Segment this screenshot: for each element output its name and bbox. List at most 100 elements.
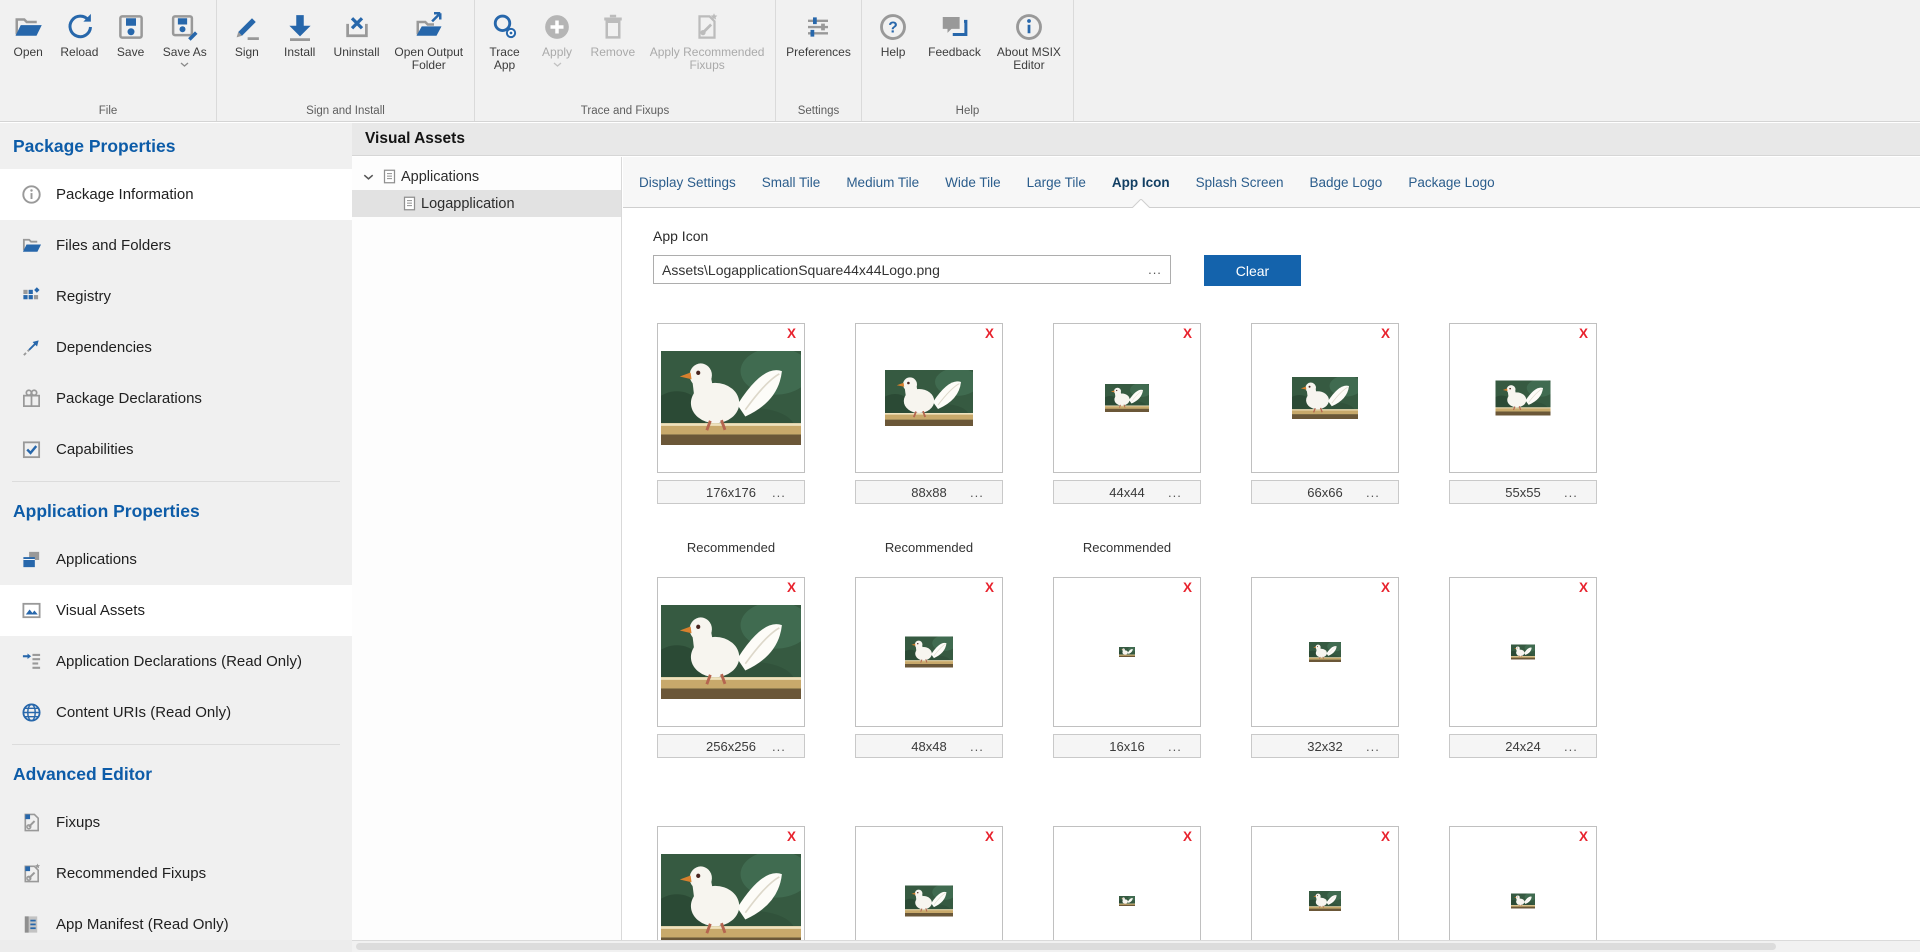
sidebar-item-label: Fixups xyxy=(56,814,100,831)
sidebar-item-package-declarations[interactable]: Package Declarations xyxy=(0,373,352,424)
remove-asset-button[interactable]: X xyxy=(787,326,796,341)
open-output-folder-button[interactable]: Open OutputFolder xyxy=(390,8,467,74)
sidebar-item-files-and-folders[interactable]: Files and Folders xyxy=(0,220,352,271)
content-uris-icon xyxy=(21,702,42,723)
dove-photo-preview xyxy=(1292,377,1358,419)
sidebar-item-capabilities[interactable]: Capabilities xyxy=(0,424,352,475)
sidebar-item-registry[interactable]: Registry xyxy=(0,271,352,322)
sidebar-item-recommended-fixups[interactable]: Recommended Fixups xyxy=(0,848,352,899)
ribbon-group-help: ?HelpFeedbackAbout MSIXEditorHelp xyxy=(862,0,1074,121)
trace-app-button[interactable]: TraceApp xyxy=(482,8,528,74)
button-label: Feedback xyxy=(928,46,981,59)
asset-tile-44x44: X44x44... xyxy=(1053,323,1201,504)
ribbon-group-label: Settings xyxy=(776,105,861,117)
help-icon: ? xyxy=(878,12,908,42)
save-as-button[interactable]: Save As xyxy=(159,8,211,69)
asset-more-button[interactable]: ... xyxy=(1168,735,1198,757)
asset-tile-66x66: X66x66... xyxy=(1251,323,1399,504)
asset-tile-88x88: X88x88... xyxy=(855,323,1003,504)
remove-asset-button[interactable]: X xyxy=(787,580,796,595)
tree-expander-icon[interactable] xyxy=(360,173,376,180)
remove-asset-button[interactable]: X xyxy=(787,829,796,844)
capabilities-icon xyxy=(21,439,42,460)
uninstall-button[interactable]: Uninstall xyxy=(330,8,384,61)
asset-more-button[interactable]: ... xyxy=(970,735,1000,757)
asset-preview-box: X xyxy=(1251,577,1399,727)
asset-preview-box: X xyxy=(1449,826,1597,940)
tree-node-applications[interactable]: Applications xyxy=(352,163,621,190)
asset-tile: X xyxy=(1449,826,1597,940)
tab-large-tile[interactable]: Large Tile xyxy=(1014,157,1099,207)
remove-asset-button[interactable]: X xyxy=(1183,580,1192,595)
asset-tile-176x176: X176x176... xyxy=(657,323,805,504)
preferences-button[interactable]: Preferences xyxy=(782,8,855,61)
tree-node-logapplication[interactable]: Logapplication xyxy=(352,190,621,217)
tree-node-label: Logapplication xyxy=(421,196,515,212)
asset-more-button[interactable]: ... xyxy=(1366,735,1396,757)
asset-more-button[interactable]: ... xyxy=(772,735,802,757)
asset-more-button[interactable]: ... xyxy=(1564,735,1594,757)
horizontal-scrollbar-thumb[interactable] xyxy=(356,943,1776,950)
help-button[interactable]: ?Help xyxy=(870,8,916,61)
remove-asset-button[interactable]: X xyxy=(1381,326,1390,341)
sidebar-item-content-uris-read-only[interactable]: Content URIs (Read Only) xyxy=(0,687,352,738)
remove-asset-button[interactable]: X xyxy=(985,326,994,341)
asset-more-button[interactable]: ... xyxy=(1168,481,1198,503)
open-button[interactable]: Open xyxy=(5,8,51,61)
clear-button[interactable]: Clear xyxy=(1204,255,1301,286)
tab-badge-logo[interactable]: Badge Logo xyxy=(1296,157,1395,207)
asset-more-button[interactable]: ... xyxy=(772,481,802,503)
tree-node-label: Applications xyxy=(401,169,479,185)
remove-button: Remove xyxy=(587,8,640,61)
tab-wide-tile[interactable]: Wide Tile xyxy=(932,157,1014,207)
tab-package-logo[interactable]: Package Logo xyxy=(1395,157,1507,207)
sidebar-item-application-declarations-read-only[interactable]: Application Declarations (Read Only) xyxy=(0,636,352,687)
asset-more-button[interactable]: ... xyxy=(1564,481,1594,503)
remove-asset-button[interactable]: X xyxy=(1579,829,1588,844)
remove-asset-button[interactable]: X xyxy=(1579,580,1588,595)
dove-photo-preview xyxy=(661,605,801,699)
document-icon xyxy=(402,196,417,211)
apply-recommended-fixups-icon xyxy=(692,12,722,42)
browse-button[interactable]: ... xyxy=(1140,262,1170,277)
install-button[interactable]: Install xyxy=(277,8,323,61)
asset-tile-16x16: X16x16... xyxy=(1053,577,1201,758)
tab-small-tile[interactable]: Small Tile xyxy=(749,157,834,207)
asset-more-button[interactable]: ... xyxy=(1366,481,1396,503)
asset-size-box: 48x48... xyxy=(855,734,1003,758)
recommended-label: Recommended xyxy=(657,540,805,555)
about-msix-editor-icon xyxy=(1014,12,1044,42)
tab-splash-screen[interactable]: Splash Screen xyxy=(1183,157,1297,207)
remove-asset-button[interactable]: X xyxy=(1579,326,1588,341)
sidebar-item-visual-assets[interactable]: Visual Assets xyxy=(0,585,352,636)
reload-button[interactable]: Reload xyxy=(56,8,102,61)
remove-asset-button[interactable]: X xyxy=(985,829,994,844)
ribbon-group-label: Sign and Install xyxy=(217,105,474,117)
remove-asset-button[interactable]: X xyxy=(1183,326,1192,341)
save-button[interactable]: Save xyxy=(108,8,154,61)
sign-button[interactable]: Sign xyxy=(224,8,270,61)
sidebar-item-label: Package Declarations xyxy=(56,390,202,407)
applications-tree: Applications Logapplication xyxy=(352,157,622,940)
sidebar-item-dependencies[interactable]: Dependencies xyxy=(0,322,352,373)
about-msix-editor-button[interactable]: About MSIXEditor xyxy=(993,8,1065,74)
remove-asset-button[interactable]: X xyxy=(1381,580,1390,595)
sidebar-item-applications[interactable]: Applications xyxy=(0,534,352,585)
trace-app-icon xyxy=(490,12,520,42)
remove-asset-button[interactable]: X xyxy=(1381,829,1390,844)
sidebar-item-package-information[interactable]: Package Information xyxy=(0,169,352,220)
dove-photo-preview xyxy=(1511,645,1535,660)
asset-tile-55x55: X55x55... xyxy=(1449,323,1597,504)
asset-more-button[interactable]: ... xyxy=(970,481,1000,503)
tab-medium-tile[interactable]: Medium Tile xyxy=(833,157,932,207)
feedback-button[interactable]: Feedback xyxy=(924,8,985,61)
horizontal-scrollbar[interactable] xyxy=(352,940,1920,952)
sidebar-item-fixups[interactable]: Fixups xyxy=(0,797,352,848)
app-icon-path-input[interactable] xyxy=(654,262,1140,278)
remove-asset-button[interactable]: X xyxy=(1183,829,1192,844)
ribbon-group-label: File xyxy=(0,105,216,117)
tab-display-settings[interactable]: Display Settings xyxy=(626,157,749,207)
button-label: Install xyxy=(284,46,315,59)
remove-asset-button[interactable]: X xyxy=(985,580,994,595)
page-title: Visual Assets xyxy=(365,130,465,148)
